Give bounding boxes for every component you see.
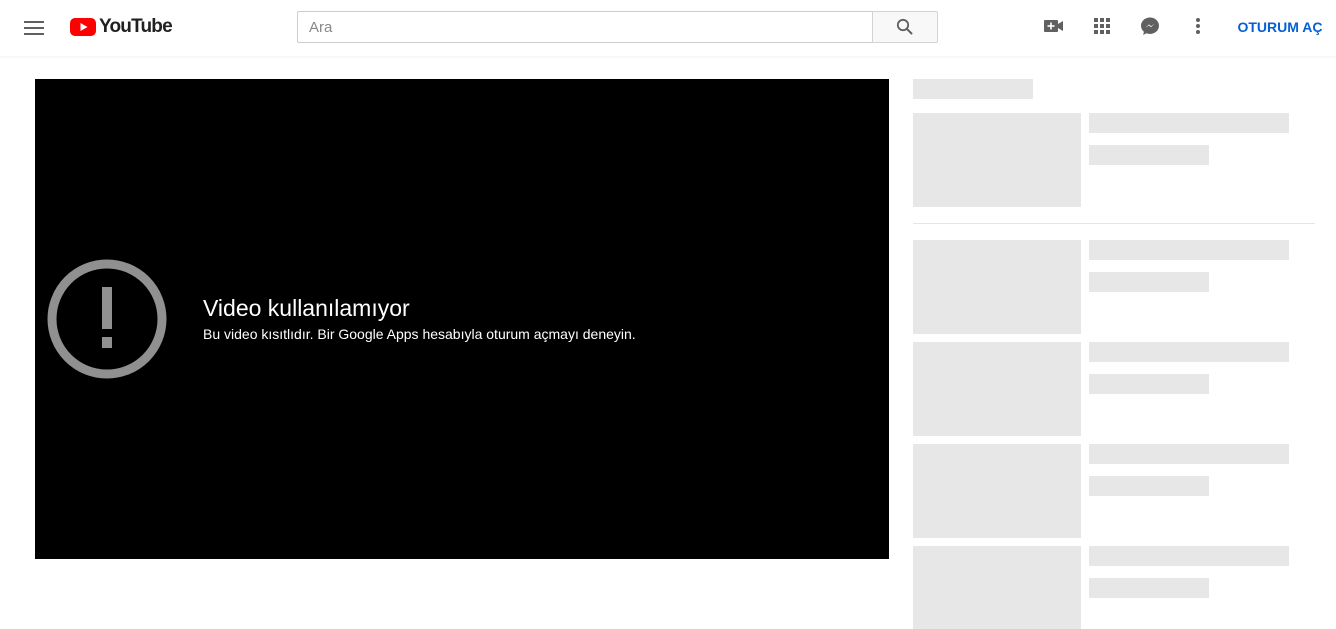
skeleton-meta	[1089, 374, 1209, 394]
skeleton-title	[1089, 444, 1289, 464]
messages-icon[interactable]	[1138, 14, 1162, 38]
skeleton-meta	[1089, 145, 1209, 165]
logo-text: YouTube	[99, 16, 173, 37]
error-title: Video kullanılamıyor	[203, 295, 410, 321]
skeleton-header	[913, 79, 1033, 99]
search-button[interactable]	[872, 11, 938, 43]
skeleton-title	[1089, 113, 1289, 133]
skeleton-meta	[1089, 476, 1209, 496]
search-icon	[896, 18, 913, 35]
masthead: YouTube Ara OTURUM AÇ	[0, 0, 1336, 56]
search-input[interactable]	[298, 12, 859, 42]
search-box	[297, 11, 872, 43]
menu-icon[interactable]	[18, 12, 50, 44]
skeleton-thumbnail	[913, 113, 1081, 207]
more-vert-icon[interactable]	[1186, 14, 1210, 38]
apps-grid-icon[interactable]	[1090, 14, 1114, 38]
divider	[913, 223, 1315, 224]
create-video-icon[interactable]	[1042, 14, 1066, 38]
skeleton-title	[1089, 342, 1289, 362]
error-icon	[47, 259, 167, 379]
sign-in-button[interactable]: OTURUM AÇ	[1232, 17, 1328, 37]
youtube-logo[interactable]: YouTube	[70, 16, 173, 38]
skeleton-title	[1089, 546, 1289, 566]
video-player[interactable]: Video kullanılamıyor Bu video kısıtlıdır…	[35, 79, 889, 559]
skeleton-thumbnail	[913, 546, 1081, 629]
skeleton-meta	[1089, 578, 1209, 598]
error-message: Bu video kısıtlıdır. Bir Google Apps hes…	[203, 326, 636, 342]
skeleton-title	[1089, 240, 1289, 260]
skeleton-thumbnail	[913, 444, 1081, 538]
skeleton-thumbnail	[913, 342, 1081, 436]
skeleton-thumbnail	[913, 240, 1081, 334]
skeleton-meta	[1089, 272, 1209, 292]
youtube-play-icon	[70, 18, 96, 36]
